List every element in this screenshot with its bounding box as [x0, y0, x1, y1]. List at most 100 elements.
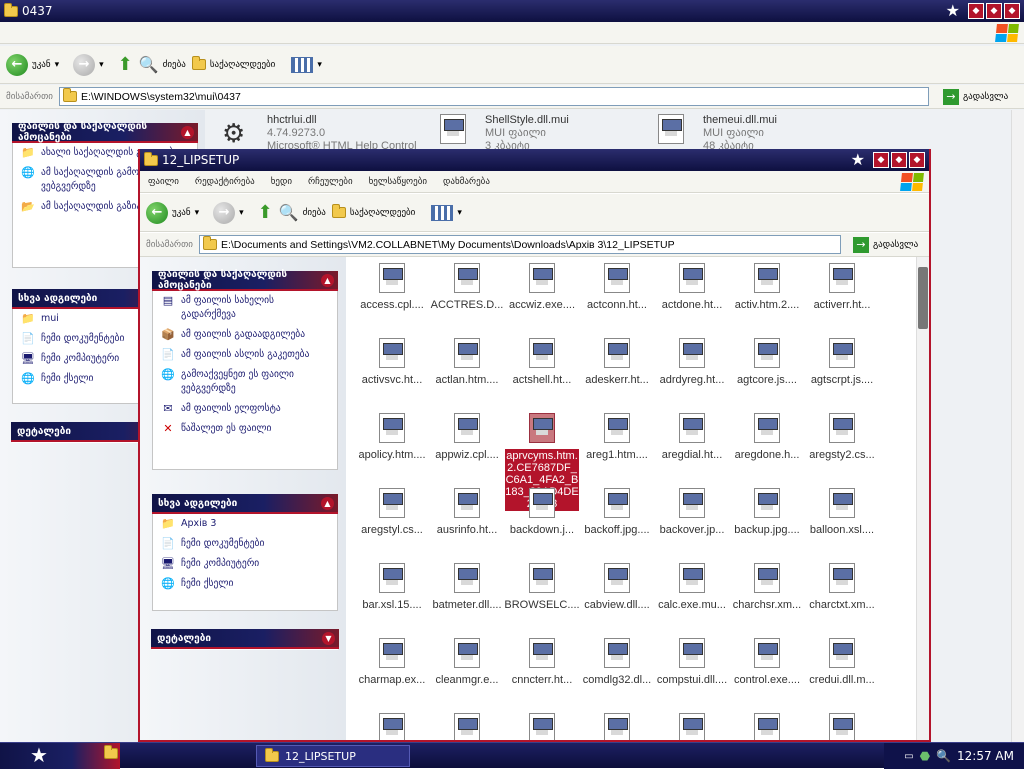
scrollbar-thumb[interactable]	[918, 267, 928, 329]
views-button[interactable]: ▾	[431, 204, 462, 221]
back-go-button[interactable]: → გადასვლა	[942, 88, 1008, 105]
file-item[interactable]: backover.jp...	[651, 488, 733, 536]
file-item[interactable]: backoff.jpg....	[576, 488, 658, 536]
file-item[interactable]: BROWSELC....	[501, 563, 583, 611]
file-item[interactable]: agtcore.js....	[726, 338, 808, 386]
chevron-up-icon[interactable]: ▲	[321, 274, 334, 287]
task-delete[interactable]: ✕ წაშალეთ ეს ფაილი	[153, 419, 337, 439]
file-item[interactable]: bar.xsl.15....	[351, 563, 433, 611]
file-item[interactable]: ShellStyle.dll.mui MUI ფაილი 3 კბაიტი	[440, 114, 650, 154]
menu-edit[interactable]: რედაქტირება	[195, 177, 255, 187]
file-item[interactable]: agtscrpt.js....	[801, 338, 883, 386]
place-item[interactable]: 📄 ჩემი დოკუმენტები	[153, 534, 337, 554]
file-item[interactable]	[801, 713, 883, 740]
minimize-button[interactable]: ◆	[873, 152, 889, 168]
file-item[interactable]: adrdyreg.ht...	[651, 338, 733, 386]
back-scrollbar[interactable]	[1011, 110, 1024, 742]
task-publish[interactable]: 🌐 გამოაქვეყნეთ ეს ფაილი ვებგვერდზე	[153, 365, 337, 399]
file-item[interactable]: access.cpl....	[351, 263, 433, 311]
start-button[interactable]: ★	[0, 743, 120, 769]
task-email[interactable]: ✉ ამ ფაილის ელფოსტა	[153, 399, 337, 419]
file-item[interactable]	[726, 713, 808, 740]
folders-button[interactable]: საქაღალდეები	[191, 56, 275, 70]
close-button[interactable]: ◆	[909, 152, 925, 168]
chevron-up-icon[interactable]: ▲	[321, 497, 334, 510]
front-go-button[interactable]: → გადასვლა	[852, 236, 918, 253]
front-window-titlebar[interactable]: 12_LIPSETUP ★ ◆ ◆ ◆	[140, 149, 929, 171]
file-item[interactable]	[501, 713, 583, 740]
front-scrollbar[interactable]	[916, 257, 929, 740]
search-tray-icon[interactable]: 🔍	[936, 749, 951, 763]
file-item[interactable]: backup.jpg....	[726, 488, 808, 536]
taskbar-item-12-lipsetup[interactable]: 12_LIPSETUP	[256, 745, 410, 767]
menu-file[interactable]: ფაილი	[148, 177, 179, 187]
front-tasks-header[interactable]: ფაილის და საქაღალდის ამოცანები ▲	[152, 269, 338, 291]
quick-launch-folder[interactable]	[104, 745, 118, 762]
back-window-titlebar[interactable]: 0437 ★ ◆ ◆ ◆	[0, 0, 1024, 22]
close-button[interactable]: ◆	[1004, 3, 1020, 19]
search-button[interactable]: 🔍 ძიება	[139, 55, 186, 74]
file-item[interactable]: adeskerr.ht...	[576, 338, 658, 386]
search-button[interactable]: 🔍 ძიება	[279, 203, 326, 222]
up-button[interactable]: ⬆	[118, 54, 133, 75]
file-item[interactable]: apolicy.htm....	[351, 413, 433, 461]
maximize-button[interactable]: ◆	[986, 3, 1002, 19]
file-item[interactable]: actdone.ht...	[651, 263, 733, 311]
chevron-down-icon[interactable]: ▼	[322, 632, 335, 645]
back-address-input[interactable]: E:\WINDOWS\system32\mui\0437	[58, 87, 929, 106]
keyboard-icon[interactable]: ▭	[904, 751, 913, 762]
front-address-input[interactable]: E:\Documents and Settings\VM2.COLLABNET\…	[198, 235, 841, 254]
task-copy[interactable]: 📄 ამ ფაილის ასლის გაკეთება	[153, 345, 337, 365]
file-item[interactable]: credui.dll.m...	[801, 638, 883, 686]
file-item[interactable]: batmeter.dll....	[426, 563, 508, 611]
file-item[interactable]	[651, 713, 733, 740]
file-item[interactable]: appwiz.cpl....	[426, 413, 508, 461]
chevron-up-icon[interactable]: ▲	[181, 126, 194, 139]
file-item[interactable]: actconn.ht...	[576, 263, 658, 311]
file-item[interactable]: areg1.htm....	[576, 413, 658, 461]
file-item[interactable]: control.exe....	[726, 638, 808, 686]
file-item[interactable]: charmap.ex...	[351, 638, 433, 686]
menu-favorites[interactable]: რჩეულები	[308, 177, 353, 187]
file-item[interactable]: cleanmgr.e...	[426, 638, 508, 686]
up-button[interactable]: ⬆	[258, 202, 273, 223]
back-button[interactable]: ← უკან ▾	[146, 201, 199, 224]
place-item[interactable]: 🌐 ჩემი ქსელი	[153, 574, 337, 594]
file-item[interactable]: cnncterr.ht...	[501, 638, 583, 686]
file-item[interactable]: activerr.ht...	[801, 263, 883, 311]
task-rename[interactable]: ▤ ამ ფაილის სახელის გადარქმევა	[153, 291, 337, 325]
place-item[interactable]: 📁 Архів 3	[153, 514, 337, 534]
file-item[interactable]: aregstyl.cs...	[351, 488, 433, 536]
file-item[interactable]: activ.htm.2....	[726, 263, 808, 311]
forward-button[interactable]: → ▾	[73, 53, 104, 76]
file-item[interactable]	[576, 713, 658, 740]
minimize-button[interactable]: ◆	[968, 3, 984, 19]
file-item[interactable]: aregdone.h...	[726, 413, 808, 461]
file-item[interactable]: cabview.dll....	[576, 563, 658, 611]
file-item[interactable]	[351, 713, 433, 740]
file-item[interactable]: charchsr.xm...	[726, 563, 808, 611]
file-item[interactable]: actshell.ht...	[501, 338, 583, 386]
menu-view[interactable]: ხედი	[271, 177, 292, 187]
menu-help[interactable]: დახმარება	[443, 177, 490, 187]
back-tasks-header[interactable]: ფაილის და საქაღალდის ამოცანები ▲	[12, 121, 198, 143]
network-tray-icon[interactable]: ⬣	[920, 749, 930, 763]
file-item[interactable]: balloon.xsl....	[801, 488, 883, 536]
file-item[interactable]: backdown.j...	[501, 488, 583, 536]
file-item[interactable]	[426, 713, 508, 740]
file-item[interactable]: aregsty2.cs...	[801, 413, 883, 461]
file-item[interactable]: compstui.dll....	[651, 638, 733, 686]
maximize-button[interactable]: ◆	[891, 152, 907, 168]
folders-button[interactable]: საქაღალდეები	[331, 204, 415, 218]
file-item[interactable]: comdlg32.dl...	[576, 638, 658, 686]
task-move[interactable]: 📦 ამ ფაილის გადაადგილება	[153, 325, 337, 345]
front-details-header[interactable]: დეტალები ▼	[151, 629, 339, 649]
file-item[interactable]: themeui.dll.mui MUI ფაილი 48 კბაიტი	[658, 114, 868, 154]
file-item[interactable]: charctxt.xm...	[801, 563, 883, 611]
file-item[interactable]: ausrinfo.ht...	[426, 488, 508, 536]
front-places-header[interactable]: სხვა ადგილები ▲	[152, 494, 338, 514]
file-item[interactable]: ACCTRES.D...	[426, 263, 508, 311]
views-button[interactable]: ▾	[291, 56, 322, 73]
place-item[interactable]: 🖥 ჩემი კომპიუტერი	[153, 554, 337, 574]
file-item[interactable]: aregdial.ht...	[651, 413, 733, 461]
